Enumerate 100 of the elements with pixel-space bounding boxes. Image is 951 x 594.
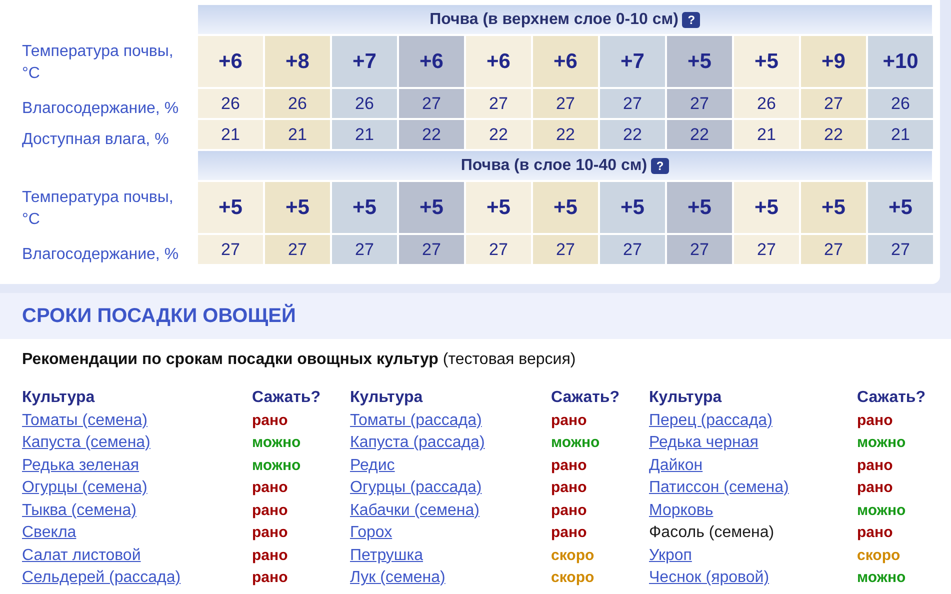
table-cell: 27 (399, 235, 464, 264)
table-cell: 22 (600, 120, 665, 149)
table-cell: 22 (399, 120, 464, 149)
planting-status: рано (551, 479, 587, 496)
planting-status: рано (857, 524, 893, 542)
crop-link[interactable]: Морковь (649, 502, 714, 519)
planting-status: рано (252, 546, 288, 564)
table-cell: 21 (265, 120, 330, 149)
help-button[interactable]: ? (651, 158, 670, 174)
column-header: Сажать? (252, 389, 322, 408)
table-cell: +8 (265, 36, 330, 87)
planting-status: рано (252, 412, 288, 429)
table-cell: 21 (198, 120, 263, 149)
crop-link[interactable]: Патиссон (семена) (649, 479, 789, 496)
table-cell: 27 (801, 235, 866, 264)
section-title: СРОКИ ПОСАДКИ ОВОЩЕЙ (22, 304, 296, 328)
crop-link[interactable]: Кабачки (семена) (350, 502, 480, 519)
planting-status: рано (857, 479, 893, 496)
help-button[interactable]: ? (682, 12, 700, 28)
crop-link[interactable]: Горох (350, 524, 392, 542)
table-cell: +5 (600, 182, 665, 233)
row-label: Влагосодержание, % (22, 99, 179, 119)
crop-link[interactable]: Огурцы (рассада) (350, 479, 482, 496)
table-cell: +5 (198, 182, 263, 233)
planting-status: рано (252, 524, 288, 542)
planting-status: скоро (857, 546, 900, 564)
crop-link[interactable]: Тыква (семена) (22, 502, 136, 519)
table-cell: +5 (868, 182, 933, 233)
planting-status: рано (857, 456, 893, 474)
table-cell: 27 (801, 89, 866, 118)
table-cell: 27 (265, 235, 330, 264)
table-cell: +5 (466, 182, 531, 233)
section-title: Почва (в слое 10-40 см) (460, 156, 648, 174)
table-cell: 27 (667, 235, 732, 264)
crop-link[interactable]: Салат листовой (22, 546, 141, 564)
intro-text: Рекомендации по срокам посадки овощных культур (тестовая версия) (22, 351, 577, 369)
planting-status: скоро (551, 546, 594, 564)
row-label: Влагосодержание, % (22, 245, 179, 265)
table-cell: +5 (399, 182, 464, 233)
crop-link[interactable]: Огурцы (семена) (22, 479, 148, 496)
crop-link[interactable]: Перец (рассада) (649, 412, 772, 429)
table-cell: +5 (734, 182, 799, 233)
crop-link[interactable]: Томаты (рассада) (350, 412, 482, 429)
planting-status: можно (252, 456, 301, 474)
table-cell: 22 (667, 120, 732, 149)
table-cell: +6 (399, 36, 464, 87)
table-cell: +5 (734, 36, 799, 87)
table-cell: 26 (198, 89, 263, 118)
crop-link[interactable]: Чеснок (яровой) (649, 569, 770, 586)
crop-link[interactable]: Петрушка (350, 546, 423, 564)
table-cell: 22 (466, 120, 531, 149)
planting-status: рано (551, 412, 587, 429)
table-cell: 26 (734, 89, 799, 118)
crop-link[interactable]: Сельдерей (рассада) (22, 569, 181, 586)
table-cell: +5 (533, 182, 598, 233)
crop-link[interactable]: Томаты (семена) (22, 412, 148, 429)
planting-status: рано (551, 524, 587, 542)
table-cell: +5 (265, 182, 330, 233)
crop-link[interactable]: Редька зеленая (22, 456, 140, 474)
table-cell: +7 (600, 36, 665, 87)
table-cell: +5 (801, 182, 866, 233)
table-cell: +6 (466, 36, 531, 87)
table-cell: +5 (667, 182, 732, 233)
row-label: Температура почвы,°C (22, 42, 174, 84)
planting-status: рано (551, 456, 587, 474)
crop-link[interactable]: Свекла (22, 524, 76, 542)
crop-link[interactable]: Лук (семена) (350, 569, 446, 586)
crop-link[interactable]: Капуста (рассада) (350, 434, 485, 452)
table-cell: 27 (466, 235, 531, 264)
table-cell: 26 (332, 89, 397, 118)
planting-status: можно (857, 569, 906, 586)
crop-link[interactable]: Редька черная (649, 434, 758, 452)
planting-status: рано (252, 569, 288, 586)
table-cell: +6 (533, 36, 598, 87)
table-cell: 26 (265, 89, 330, 118)
row-label: Температура почвы,°C (22, 188, 174, 230)
crop-link[interactable]: Дайкон (649, 456, 703, 474)
table-cell: 27 (399, 89, 464, 118)
crop-link[interactable]: Редис (350, 456, 395, 474)
table-cell: 27 (466, 89, 531, 118)
table-cell: +7 (332, 36, 397, 87)
table-cell: 21 (868, 120, 933, 149)
crop-link[interactable]: Укроп (649, 546, 692, 564)
table-cell: +5 (667, 36, 732, 87)
table-cell: 27 (667, 89, 732, 118)
crop-link[interactable]: Капуста (семена) (22, 434, 150, 452)
table-cell: +9 (801, 36, 866, 87)
table-cell: 26 (868, 89, 933, 118)
table-cell: 27 (332, 235, 397, 264)
table-cell: 27 (868, 235, 933, 264)
table-cell: +6 (198, 36, 263, 87)
table-cell: 21 (332, 120, 397, 149)
planting-status: скоро (551, 569, 594, 586)
planting-status: можно (857, 434, 906, 452)
table-cell: 22 (533, 120, 598, 149)
planting-status: рано (252, 479, 288, 496)
planting-status: можно (551, 434, 600, 452)
column-header: Культура (649, 389, 723, 408)
column-header: Сажать? (857, 389, 926, 408)
table-cell: 21 (734, 120, 799, 149)
